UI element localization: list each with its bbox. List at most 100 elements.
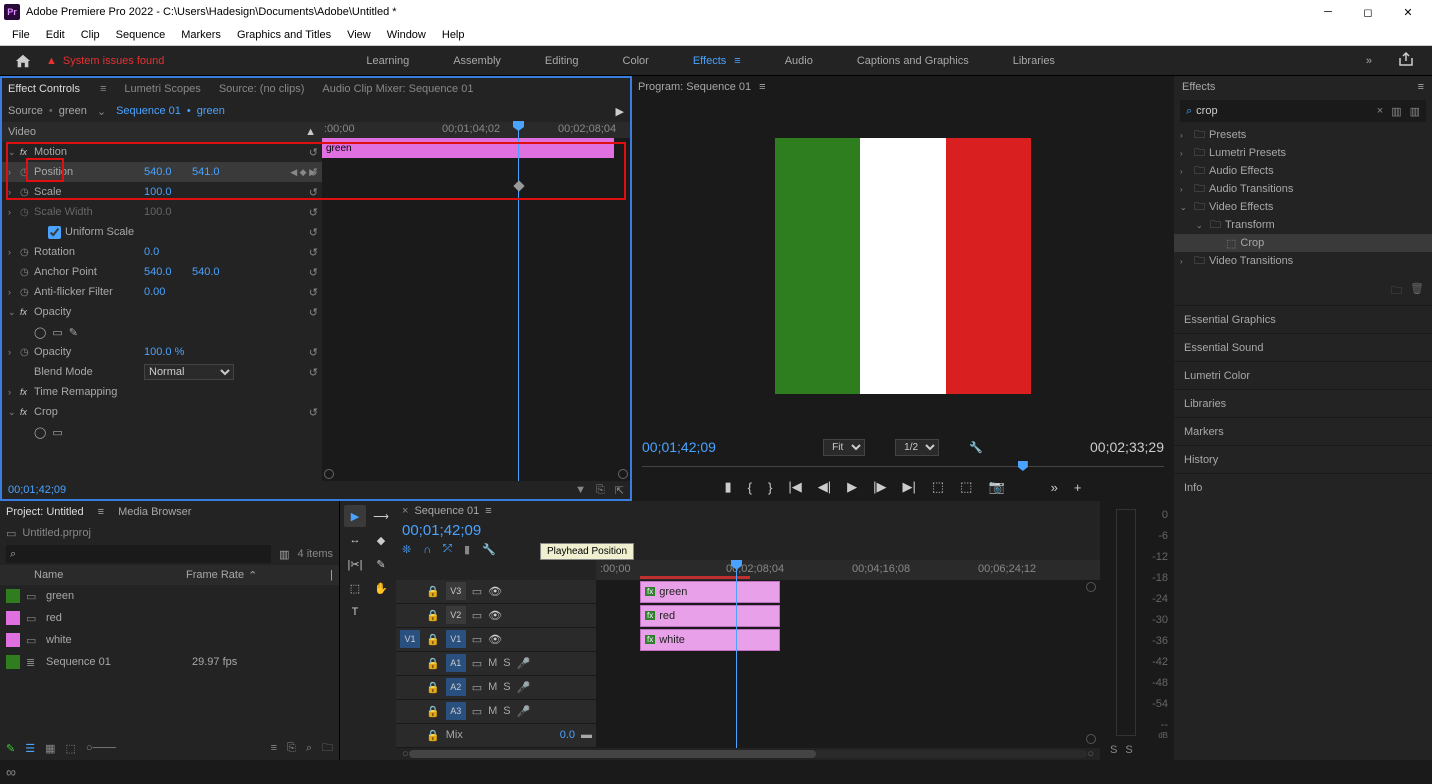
add-icon[interactable]: + [1074,480,1082,495]
menu-help[interactable]: Help [434,29,473,41]
ellipse-mask-icon[interactable]: ◯ [34,426,46,439]
solo-button[interactable]: S [503,657,510,669]
bin-icon[interactable]: ▭ [6,527,16,540]
panel-menu-icon[interactable]: ≡ [759,81,765,93]
camera-icon[interactable]: 📷 [988,479,1004,495]
menu-sequence[interactable]: Sequence [108,29,174,41]
program-canvas[interactable] [632,98,1174,433]
effect-controls-timeline[interactable]: :00;00 00;01;04;02 00;02;08;04 green [322,122,630,481]
effects-node[interactable]: ›🗀Audio Effects [1174,162,1432,180]
new-bin-icon[interactable]: ▥ [1391,105,1401,118]
reset-icon[interactable]: ↺ [309,246,318,259]
zoom-in-icon[interactable] [618,469,628,479]
effects-node[interactable]: ›🗀Presets [1174,126,1432,144]
rect-mask-icon[interactable]: ▭ [52,426,62,439]
timeline-tracks[interactable]: :00;00 00;02;08;04 00;04;16;08 00;06;24;… [596,560,1100,748]
panel-libraries[interactable]: Libraries [1174,389,1432,417]
position-row[interactable]: ›◷ Position 540.0 541.0 ◀ ◆ ▶ ↺ [2,162,322,182]
program-scrubber[interactable] [642,461,1164,473]
resolution-select[interactable]: 1/2 [895,439,939,456]
fx-crop-row[interactable]: ⌄fx Crop ↺ [2,402,322,422]
linked-icon[interactable]: ⤱ [443,543,452,556]
reset-icon[interactable]: ↺ [309,366,318,379]
list-view-icon[interactable]: ☰ [25,742,35,755]
sort-icon[interactable]: ≡ [271,742,277,754]
reset-icon[interactable]: ↺ [309,406,318,419]
panel-menu-icon[interactable]: ≡ [485,505,491,517]
panel-menu-icon[interactable]: ≡ [1418,81,1424,93]
play-icon[interactable]: ▶ [616,105,624,118]
effects-node[interactable]: ›🗀Lumetri Presets [1174,144,1432,162]
sequence-clip[interactable]: green [197,105,225,117]
col-framerate[interactable]: Frame Rate [186,569,244,581]
snap-icon[interactable]: ❊ [402,543,411,556]
effects-search-input[interactable] [1196,105,1373,117]
rect-mask-icon[interactable]: ▭ [52,326,62,339]
system-warning[interactable]: ▲ System issues found [46,55,164,67]
track-a3[interactable]: 🔒A3▭MS🎤 [396,700,596,724]
reset-icon[interactable]: ↺ [309,186,318,199]
anchor-y[interactable]: 540.0 [192,266,240,278]
solo-r[interactable]: S [1125,744,1132,756]
toggle-icon[interactable]: ▭ [472,585,482,598]
flicker-value[interactable]: 0.00 [144,286,192,298]
col-name[interactable]: Name [6,569,186,581]
project-item[interactable]: ≣Sequence 0129.97 fps [0,651,339,673]
menu-window[interactable]: Window [379,29,434,41]
mute-button[interactable]: M [488,657,497,669]
panel-history[interactable]: History [1174,445,1432,473]
video-header[interactable]: Video ▲ [2,122,322,142]
filter-icon[interactable]: ▼ [575,484,586,497]
type-tool[interactable]: T [344,601,366,623]
track-v2[interactable]: 🔒V2▭👁 [396,604,596,628]
workspace-effects[interactable]: Effects≡ [671,46,763,76]
workspace-audio[interactable]: Audio [763,46,835,76]
src-patch-v1[interactable]: V1 [400,630,420,648]
creative-cloud-icon[interactable]: ∞ [6,764,16,780]
timeline-zoom-bar[interactable]: ○ ○ [396,748,1100,760]
menu-view[interactable]: View [339,29,379,41]
track-mix[interactable]: 🔒Mix0.0▬ [396,724,596,748]
zoom-in-icon[interactable]: ○ [1087,748,1094,760]
stopwatch-icon[interactable]: ◷ [20,187,34,198]
tab-audio-mixer[interactable]: Audio Clip Mixer: Sequence 01 [322,83,473,95]
marker-in-icon[interactable]: ▮ [725,479,732,495]
panel-essential-sound[interactable]: Essential Sound [1174,333,1432,361]
rate-tool[interactable]: ◆ [370,529,392,551]
goto-out-icon[interactable]: ▶| [902,479,915,495]
workspace-assembly[interactable]: Assembly [431,46,523,76]
timeline-ruler[interactable]: :00;00 00;02;08;04 00;04;16;08 00;06;24;… [596,560,1100,580]
fx-opacity-row[interactable]: ⌄fx Opacity ↺ [2,302,322,322]
pen-icon[interactable]: ✎ [6,742,15,755]
trash-icon[interactable]: 🗑 [1410,282,1424,301]
mix-value[interactable]: 0.0 [560,729,575,741]
tab-lumetri-scopes[interactable]: Lumetri Scopes [124,83,200,95]
stopwatch-icon[interactable]: ◷ [20,167,34,178]
filter-icon[interactable]: ▥ [279,548,289,561]
opacity-value[interactable]: 100.0 % [144,346,192,358]
fx-motion-row[interactable]: ⌄fx Motion ↺ [2,142,322,162]
program-timecode[interactable]: 00;01;42;09 [642,439,716,455]
sort-icon[interactable]: ⌃ [248,569,257,582]
play-icon[interactable]: ▶ [847,479,857,495]
freeform-icon[interactable]: ⬚ [66,742,76,755]
timeline-sequence-name[interactable]: Sequence 01 [414,505,479,517]
minimize-button[interactable]: ─ [1308,0,1348,24]
opacity-value-row[interactable]: ›◷ Opacity 100.0 % ↺ [2,342,322,362]
auto-icon[interactable]: ⎘ [287,742,296,755]
extract-icon[interactable]: ⬚ [960,479,972,495]
track-v1[interactable]: V1🔒V1▭👁 [396,628,596,652]
reset-icon[interactable]: ↺ [309,346,318,359]
lift-icon[interactable]: ⬚ [932,479,944,495]
chevron-down-icon[interactable]: ⌄ [97,105,106,118]
blend-mode-row[interactable]: Blend Mode Normal ↺ [2,362,322,382]
panel-essential-graphics[interactable]: Essential Graphics [1174,305,1432,333]
rotation-value[interactable]: 0.0 [144,246,192,258]
workspace-libraries[interactable]: Libraries [991,46,1077,76]
burger-icon[interactable]: ≡ [734,55,740,67]
eye-icon[interactable]: 👁 [488,585,502,598]
pen-tool[interactable]: ✎ [370,553,392,575]
mask-tools-row[interactable]: ◯ ▭ ✎ [2,322,322,342]
track-a2[interactable]: 🔒A2▭MS🎤 [396,676,596,700]
menu-markers[interactable]: Markers [173,29,229,41]
